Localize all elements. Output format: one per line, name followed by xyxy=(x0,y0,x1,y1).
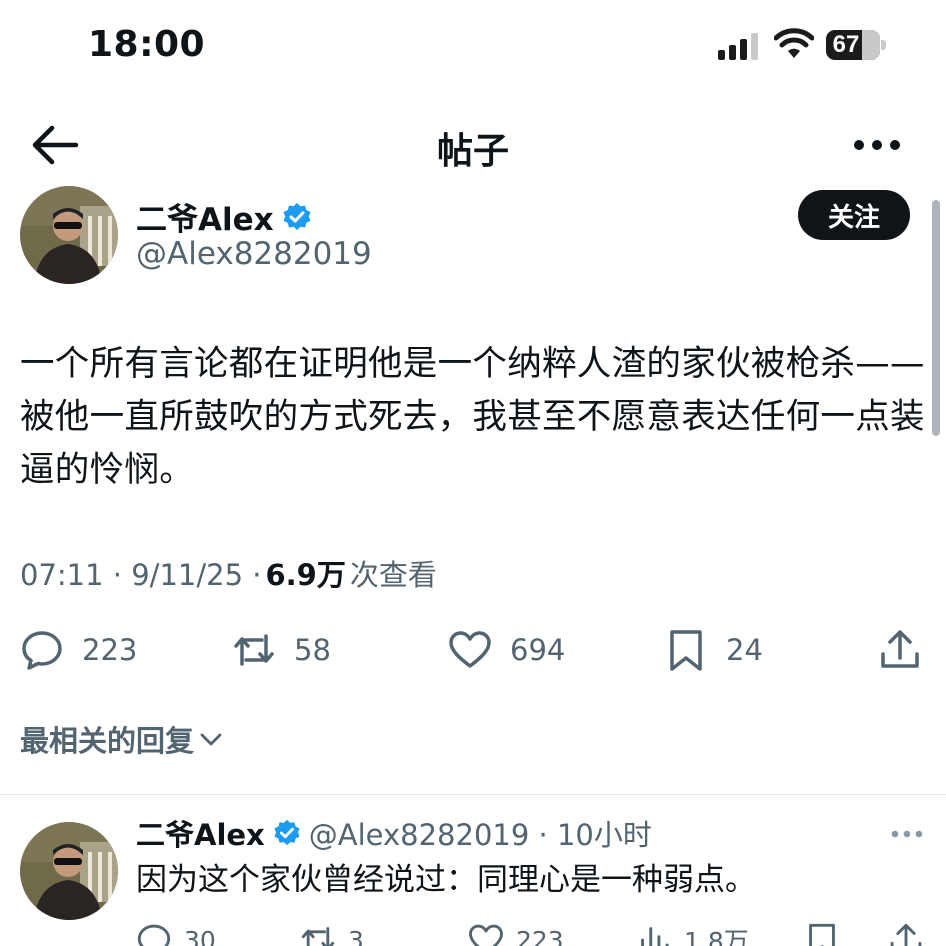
repost-button[interactable]: 58 xyxy=(232,626,331,674)
heart-icon xyxy=(449,631,491,668)
reply-like-count: 223 xyxy=(516,925,564,946)
reply-bubble-icon xyxy=(22,631,62,670)
reply-text: 因为这个家伙曾经说过：同理心是一种弱点。 xyxy=(136,862,756,898)
more-options-icon[interactable] xyxy=(852,132,902,158)
reply-button[interactable]: 223 xyxy=(20,626,137,674)
share-button[interactable] xyxy=(878,626,922,674)
chevron-down-icon xyxy=(200,733,222,746)
reply-header: 二爷Alex @Alex8282019 · 10小时 xyxy=(136,812,652,854)
view-count[interactable]: 6.9万 xyxy=(265,552,345,594)
status-time: 18:00 xyxy=(88,24,206,65)
reply-views-count: 1.8万 xyxy=(684,927,749,946)
replies-sort-label: 最相关的回复 xyxy=(20,724,195,758)
reply-reply-count: 30 xyxy=(184,925,216,946)
share-icon xyxy=(881,630,919,668)
reply-repost-button[interactable]: 3 xyxy=(300,920,364,946)
bookmark-icon xyxy=(809,923,835,946)
analytics-icon xyxy=(641,927,669,946)
like-count: 694 xyxy=(510,633,566,667)
share-icon xyxy=(890,923,922,946)
post-meta: 07:11 · 9/11/25 · 6.9万 次查看 xyxy=(20,552,437,594)
battery-indicator: 67 xyxy=(826,30,886,60)
like-button[interactable]: 694 xyxy=(448,626,565,674)
divider xyxy=(0,794,946,795)
post-timestamp: 07:11 · 9/11/25 · xyxy=(20,558,262,592)
reply-author-avatar[interactable] xyxy=(20,822,118,920)
view-label: 次查看 xyxy=(349,558,437,592)
bookmark-count: 24 xyxy=(726,633,763,667)
author-name[interactable]: 二爷Alex xyxy=(136,194,274,239)
battery-percent: 67 xyxy=(832,31,860,58)
repost-count: 58 xyxy=(294,633,331,667)
bookmark-button[interactable]: 24 xyxy=(664,626,763,674)
verified-badge-icon xyxy=(274,819,300,846)
reply-share-button[interactable] xyxy=(888,920,924,946)
follow-button[interactable]: 关注 xyxy=(798,190,910,240)
verified-badge-icon xyxy=(283,202,311,230)
reply-count: 223 xyxy=(82,633,138,667)
reply-repost-count: 3 xyxy=(348,925,364,946)
reply-reply-button[interactable]: 30 xyxy=(136,920,216,946)
post-text: 一个所有言论都在证明他是一个纳粹人渣的家伙被枪杀——被他一直所鼓吹的方式死去，我… xyxy=(20,344,925,490)
reply-more-options-icon[interactable] xyxy=(890,826,924,842)
reply-bubble-icon xyxy=(137,924,171,946)
repost-icon xyxy=(301,927,335,946)
author-name-row: 二爷Alex xyxy=(136,194,312,239)
scrollbar[interactable] xyxy=(932,200,940,436)
reply-author-name[interactable]: 二爷Alex xyxy=(136,812,265,854)
replies-sort-dropdown[interactable]: 最相关的回复 xyxy=(20,718,224,760)
cellular-signal-icon xyxy=(718,33,758,60)
author-handle[interactable]: @Alex8282019 xyxy=(136,236,372,272)
reply-views-button[interactable]: 1.8万 xyxy=(636,920,749,946)
heart-icon xyxy=(469,924,503,946)
wifi-icon xyxy=(774,28,814,58)
reply-handle-time[interactable]: @Alex8282019 · 10小时 xyxy=(309,812,652,854)
reply-like-button[interactable]: 223 xyxy=(468,920,564,946)
page-title: 帖子 xyxy=(436,131,509,172)
repost-icon xyxy=(234,634,274,666)
bookmark-icon xyxy=(670,630,702,671)
author-avatar[interactable] xyxy=(20,186,118,284)
reply-bookmark-button[interactable] xyxy=(804,920,840,946)
